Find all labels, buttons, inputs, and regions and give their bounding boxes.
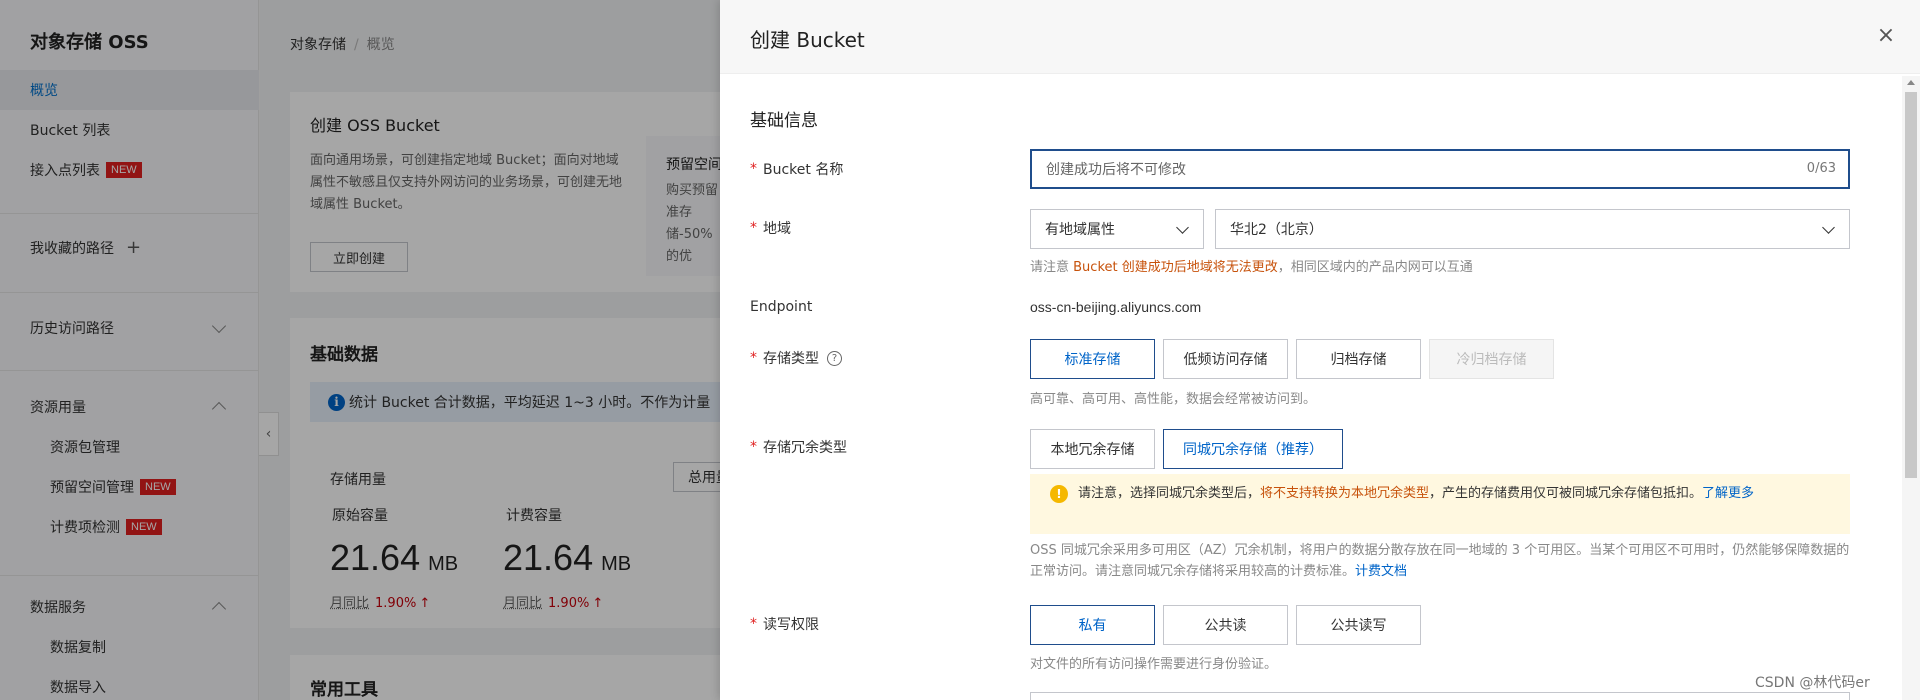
drawer-scrollbar[interactable]	[1902, 76, 1920, 700]
redundancy-info: OSS 同城冗余采用多可用区（AZ）冗余机制，将用户的数据分散存放在同一地域的 …	[1030, 543, 1850, 579]
create-bucket-drawer: 创建 Bucket × 基础信息 * Bucket 名称 创建成功后将不可修改 0…	[720, 0, 1920, 700]
storage-class-archive[interactable]: 归档存储	[1296, 339, 1421, 379]
warning-icon: !	[1050, 485, 1068, 503]
bucket-name-label: * Bucket 名称	[750, 161, 844, 178]
required-mark: *	[750, 439, 757, 455]
close-icon[interactable]: ×	[1873, 22, 1899, 48]
char-counter: 0/63	[1806, 161, 1836, 176]
next-field-input[interactable]	[1030, 692, 1850, 700]
watermark: CSDN @林代码er	[1755, 675, 1870, 691]
redundancy-zrs[interactable]: 同城冗余存储（推荐）	[1163, 429, 1343, 469]
acl-private[interactable]: 私有	[1030, 605, 1155, 645]
billing-doc-link[interactable]: 计费文档	[1355, 564, 1407, 579]
drawer-header: 创建 Bucket ×	[720, 0, 1920, 74]
acl-hint: 对文件的所有访问操作需要进行身份验证。	[1030, 657, 1278, 672]
region-label: * 地域	[750, 220, 791, 237]
region-select[interactable]: 华北2（北京）	[1215, 209, 1850, 249]
region-hint: 请注意 Bucket 创建成功后地域将无法更改，相同区域内的产品内网可以互通	[1030, 260, 1473, 275]
required-mark: *	[750, 161, 757, 177]
required-mark: *	[750, 350, 757, 366]
storage-class-standard[interactable]: 标准存储	[1030, 339, 1155, 379]
redundancy-label: * 存储冗余类型	[750, 439, 847, 456]
help-icon[interactable]: ?	[827, 350, 842, 366]
region-attribute-select[interactable]: 有地域属性	[1030, 209, 1204, 249]
storage-class-hint: 高可靠、高可用、高性能，数据会经常被访问到。	[1030, 392, 1317, 407]
learn-more-link[interactable]: 了解更多	[1702, 486, 1754, 501]
required-mark: *	[750, 220, 757, 236]
modal-overlay[interactable]	[0, 0, 720, 700]
storage-class-label: * 存储类型?	[750, 348, 842, 368]
endpoint-value: oss-cn-beijing.aliyuncs.com	[1030, 299, 1202, 315]
acl-label: * 读写权限	[750, 616, 819, 633]
endpoint-label: Endpoint	[750, 299, 813, 315]
redundancy-warning: ! 请注意，选择同城冗余类型后，将不支持转换为本地冗余类型，产生的存储费用仅可被…	[1030, 474, 1850, 534]
bucket-name-placeholder: 创建成功后将不可修改	[1046, 162, 1186, 178]
acl-public-read[interactable]: 公共读	[1163, 605, 1288, 645]
section-title-basic-info: 基础信息	[750, 111, 818, 131]
drawer-title: 创建 Bucket	[750, 28, 865, 52]
bucket-name-input[interactable]: 创建成功后将不可修改 0/63	[1030, 149, 1850, 189]
scroll-up-icon[interactable]	[1907, 80, 1915, 85]
acl-public-read-write[interactable]: 公共读写	[1296, 605, 1421, 645]
storage-class-cold-archive: 冷归档存储	[1429, 339, 1554, 379]
required-mark: *	[750, 616, 757, 632]
storage-class-infrequent[interactable]: 低频访问存储	[1163, 339, 1288, 379]
redundancy-lrs[interactable]: 本地冗余存储	[1030, 429, 1155, 469]
chevron-down-icon	[1822, 221, 1835, 234]
chevron-down-icon	[1176, 221, 1189, 234]
scrollbar-thumb[interactable]	[1905, 92, 1917, 478]
